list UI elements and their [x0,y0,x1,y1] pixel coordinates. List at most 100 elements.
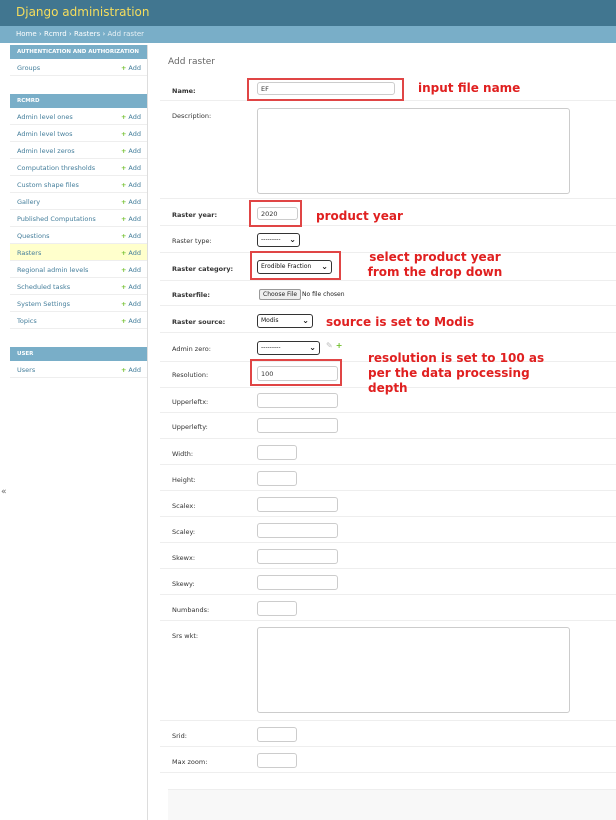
add-link[interactable]: + Add [121,181,141,189]
annotation-resolution: resolution is set to 100 as per the data… [368,351,544,396]
main-content: Add raster Name: Description: Raster yea… [160,45,616,820]
sidebar-item-scheduled-tasks[interactable]: Scheduled tasks + Add [10,278,147,295]
raster-type-label: Raster type: [172,237,212,245]
chevron-down-icon: ⌄ [289,235,296,244]
highlight-name [247,78,404,101]
name-label: Name: [172,87,196,95]
add-link[interactable]: + Add [121,283,141,291]
plus-icon[interactable]: + [336,341,343,350]
row-height: Height: [160,465,616,491]
row-srid: Srid: [160,721,616,747]
description-label: Description: [172,112,212,120]
add-link[interactable]: + Add [121,64,141,72]
upperleftx-input[interactable] [257,393,338,408]
breadcrumb-model[interactable]: Rasters [74,30,100,38]
sidebar-item-computation-thresholds[interactable]: Computation thresholds + Add [10,159,147,176]
site-brand[interactable]: Django administration [16,5,149,19]
skewx-label: Skewx: [172,554,196,562]
sidebar-item-label[interactable]: Published Computations [17,215,96,223]
breadcrumb-home[interactable]: Home [16,30,37,38]
add-link[interactable]: + Add [121,130,141,138]
annotation-category: select product year from the drop down [360,250,510,280]
scalex-input[interactable] [257,497,338,512]
skewx-input[interactable] [257,549,338,564]
breadcrumb-app[interactable]: Rcmrd [44,30,67,38]
numbands-input[interactable] [257,601,297,616]
raster-source-select[interactable]: Modis ⌄ [257,314,313,328]
module-caption[interactable]: RCMRD [10,94,147,108]
sidebar-item-label[interactable]: Computation thresholds [17,164,95,172]
add-label: Add [128,317,141,325]
admin-zero-select[interactable]: --------- ⌄ [257,341,320,355]
annotation-source: source is set to Modis [326,315,475,329]
annotation-line: per the data processing [368,366,530,380]
nav-collapse-toggle[interactable]: « [1,487,7,497]
breadcrumb-separator: › [102,30,106,38]
sidebar-item-published-computations[interactable]: Published Computations + Add [10,210,147,227]
sidebar-item-label[interactable]: Custom shape files [17,181,79,189]
numbands-label: Numbands: [172,606,210,614]
add-link[interactable]: + Add [121,249,141,257]
sidebar-item-label[interactable]: Gallery [17,198,40,206]
sidebar-item-label[interactable]: System Settings [17,300,70,308]
add-link[interactable]: + Add [121,300,141,308]
page-title: Add raster [168,57,215,67]
scalex-label: Scalex: [172,502,196,510]
sidebar-item-label[interactable]: Regional admin levels [17,266,88,274]
add-label: Add [128,113,141,121]
add-link[interactable]: + Add [121,366,141,374]
sidebar-item-label[interactable]: Admin level twos [17,130,73,138]
srs-wkt-textarea[interactable] [257,627,570,713]
sidebar-item-gallery[interactable]: Gallery + Add [10,193,147,210]
sidebar-item-label[interactable]: Admin level ones [17,113,73,121]
sidebar-item-label[interactable]: Topics [17,317,37,325]
sidebar-item-questions[interactable]: Questions + Add [10,227,147,244]
sidebar-item-admin-level-twos[interactable]: Admin level twos + Add [10,125,147,142]
module-caption[interactable]: USER [10,347,147,361]
add-label: Add [128,198,141,206]
add-link[interactable]: + Add [121,317,141,325]
add-link[interactable]: + Add [121,113,141,121]
module-caption[interactable]: AUTHENTICATION AND AUTHORIZATION [10,45,147,59]
row-description: Description: [160,101,616,199]
sidebar-item-admin-level-zeros[interactable]: Admin level zeros + Add [10,142,147,159]
description-textarea[interactable] [257,108,570,194]
sidebar-item-system-settings[interactable]: System Settings + Add [10,295,147,312]
raster-type-select[interactable]: --------- ⌄ [257,233,300,247]
sidebar-item-rasters[interactable]: Rasters + Add [10,244,147,261]
width-input[interactable] [257,445,297,460]
sidebar-item-label[interactable]: Admin level zeros [17,147,75,155]
sidebar-item-label[interactable]: Users [17,366,35,374]
sidebar-item-label[interactable]: Scheduled tasks [17,283,70,291]
add-link[interactable]: + Add [121,232,141,240]
scaley-input[interactable] [257,523,338,538]
add-link[interactable]: + Add [121,164,141,172]
pencil-icon[interactable]: ✎ [326,341,333,350]
sidebar-item-label[interactable]: Rasters [17,249,41,257]
sidebar-item-label[interactable]: Questions [17,232,49,240]
skewy-input[interactable] [257,575,338,590]
module-auth: AUTHENTICATION AND AUTHORIZATION Groups … [10,45,147,76]
annotation-line: select product year [369,250,501,264]
raster-source-value: Modis [261,317,279,324]
upperleftx-label: Upperleftx: [172,398,209,406]
max-zoom-input[interactable] [257,753,297,768]
sidebar-item-label[interactable]: Groups [17,64,40,72]
add-link[interactable]: + Add [121,266,141,274]
sidebar-item-admin-level-ones[interactable]: Admin level ones + Add [10,108,147,125]
upperlefty-input[interactable] [257,418,338,433]
choose-file-button[interactable]: Choose File [259,289,302,300]
add-link[interactable]: + Add [121,147,141,155]
height-input[interactable] [257,471,297,486]
sidebar-item-users[interactable]: Users + Add [10,361,147,378]
sidebar-item-regional-admin-levels[interactable]: Regional admin levels + Add [10,261,147,278]
sidebar-item-custom-shape-files[interactable]: Custom shape files + Add [10,176,147,193]
srid-input[interactable] [257,727,297,742]
plus-icon: + [120,266,127,274]
add-link[interactable]: + Add [121,198,141,206]
row-scalex: Scalex: [160,491,616,517]
srs-wkt-label: Srs wkt: [172,632,199,640]
add-link[interactable]: + Add [121,215,141,223]
sidebar-item-groups[interactable]: Groups + Add [10,59,147,76]
sidebar-item-topics[interactable]: Topics + Add [10,312,147,329]
